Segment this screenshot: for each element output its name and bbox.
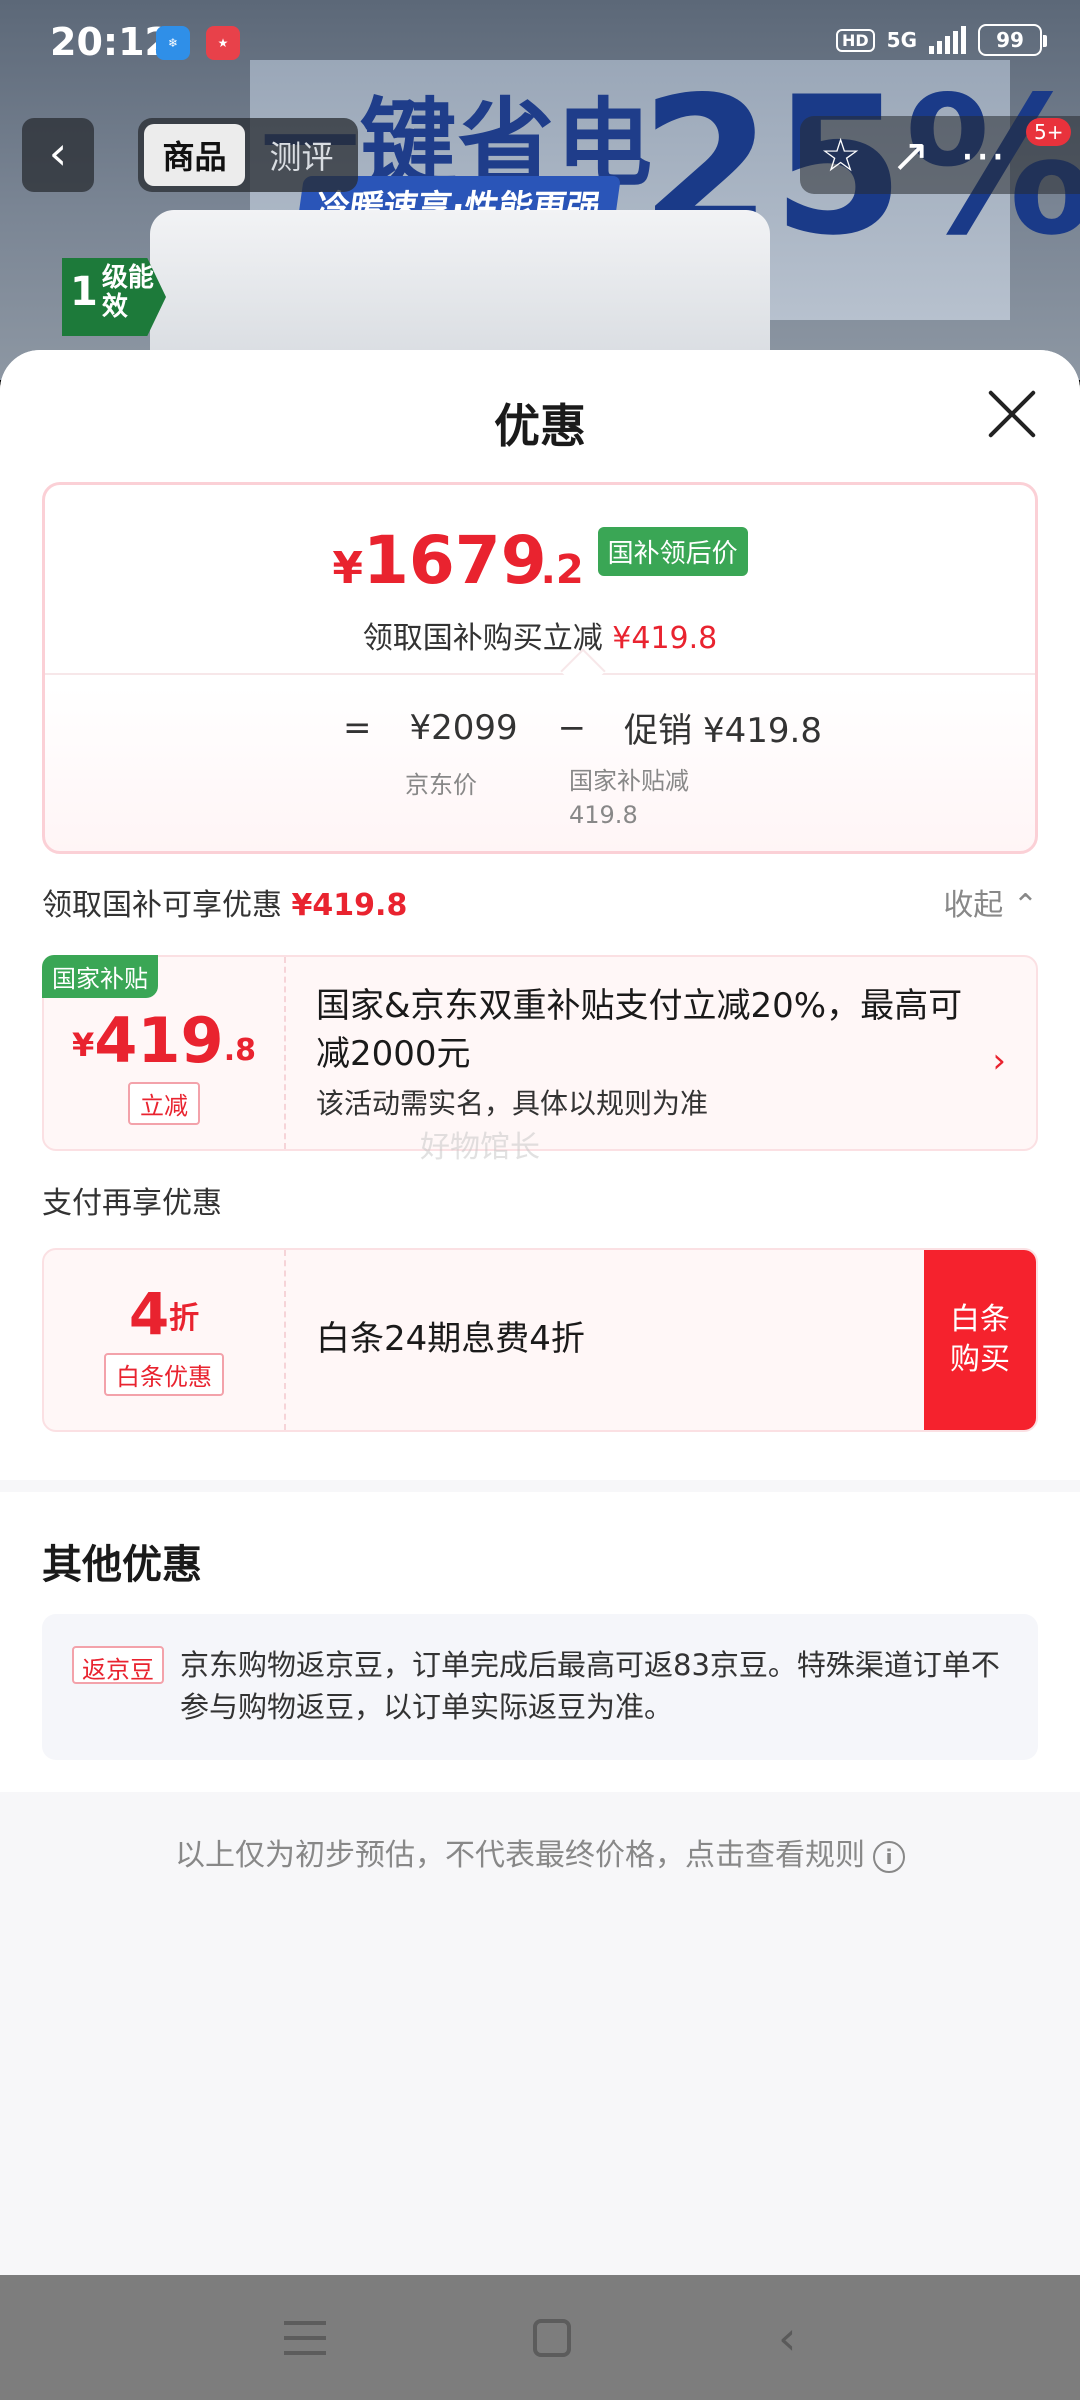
final-price-integer: 1679	[362, 522, 547, 599]
star-icon[interactable]: ☆	[820, 128, 861, 182]
other-discounts-section: 其他优惠 返京豆 京东购物返京豆，订单完成后最高可返83京豆。特殊渠道订单不参与…	[0, 1492, 1080, 1792]
coupon-flag: 国家补贴	[42, 955, 158, 998]
final-price: ¥1679.2 国补领后价	[45, 527, 1035, 594]
subsidy-label: 国家补贴减 419.8	[569, 767, 689, 829]
jd-beans-text: 京东购物返京豆，订单完成后最高可返83京豆。特殊渠道订单不参与购物返豆，以订单实…	[180, 1648, 1000, 1725]
promo-amount: 促销 ¥419.8	[624, 711, 822, 751]
close-icon[interactable]	[984, 386, 1040, 442]
discount-sheet: 优惠 ¥1679.2 国补领后价 领取国补购买立减 ¥419.8 = ¥2099…	[0, 350, 1080, 2275]
sheet-title: 优惠	[494, 399, 586, 453]
subsidy-total: ¥419.8	[291, 888, 408, 923]
back-button[interactable]: ‹	[22, 118, 94, 192]
baitiao-tag: 白条优惠	[104, 1352, 224, 1396]
divider	[45, 673, 1035, 675]
sheet-main-section: 优惠 ¥1679.2 国补领后价 领取国补购买立减 ¥419.8 = ¥2099…	[0, 350, 1080, 1480]
battery-icon: 99	[978, 24, 1047, 56]
signal-icon	[929, 26, 966, 54]
collapse-toggle[interactable]: 收起 ⌃	[943, 880, 1038, 924]
chevron-up-icon: ⌃	[1012, 888, 1038, 923]
baitiao-details: 白条24期息费4折	[286, 1250, 924, 1430]
price-breakdown-card: ¥1679.2 国补领后价 领取国补购买立减 ¥419.8 = ¥2099 − …	[42, 482, 1038, 854]
coupon-value: 国家补贴 ¥419.8 立减	[42, 955, 286, 1149]
notification-app-icon: ❄	[156, 26, 190, 60]
price-subtitle: 领取国补购买立减 ¥419.8	[362, 621, 718, 656]
coupon-title: 国家&京东双重补贴支付立减20%，最高可减2000元	[316, 986, 963, 1074]
tab-product[interactable]: 商品	[144, 124, 245, 186]
chevron-left-icon: ‹	[48, 126, 68, 180]
rules-disclaimer[interactable]: 以上仅为初步预估，不代表最终价格，点击查看规则 i	[0, 1830, 1080, 1874]
other-discounts-title: 其他优惠	[42, 1542, 202, 1588]
share-icon[interactable]: ↗	[891, 128, 930, 182]
price-formula: = ¥2099 − 促销 ¥419.8	[343, 703, 862, 752]
chevron-right-icon: ›	[992, 1041, 1006, 1081]
subsidy-section-header: 领取国补可享优惠 ¥419.8 收起 ⌃	[42, 880, 1038, 924]
subsidy-price-tag: 国补领后价	[597, 527, 748, 576]
energy-label-badge: 1 级能效	[62, 258, 166, 336]
baitiao-title: 白条24期息费4折	[316, 1319, 585, 1360]
product-tabs: 商品 测评	[138, 118, 358, 192]
coupon-tag: 立减	[128, 1081, 200, 1125]
home-icon[interactable]	[532, 2318, 571, 2357]
national-subsidy-coupon[interactable]: 国家补贴 ¥419.8 立减 国家&京东双重补贴支付立减20%，最高可减2000…	[42, 955, 1038, 1151]
pay-section-title: 支付再享优惠	[42, 1186, 222, 1221]
menu-icon[interactable]	[283, 2320, 326, 2355]
coupon-details: 国家&京东双重补贴支付立减20%，最高可减2000元 该活动需实名，具体以规则为…	[286, 957, 1036, 1149]
notification-app-icon-2: ★	[206, 26, 240, 60]
coupon-desc: 该活动需实名，具体以规则为准	[316, 1087, 709, 1121]
jd-beans-tag: 返京豆	[72, 1646, 164, 1684]
baitiao-value: 4折 白条优惠	[44, 1250, 286, 1430]
tab-review[interactable]: 测评	[251, 124, 352, 186]
system-nav-bar: ‹	[0, 2275, 1080, 2400]
hd-icon: HD	[835, 28, 875, 52]
baitiao-buy-button[interactable]: 白条购买	[924, 1250, 1036, 1430]
status-indicators: HD 5G 99	[835, 24, 1047, 56]
info-icon[interactable]: i	[873, 1840, 905, 1873]
more-icon[interactable]: ⋯	[960, 128, 1006, 182]
jd-price: ¥2099	[409, 707, 518, 748]
network-type: 5G	[886, 28, 917, 52]
status-bar: 20:12 ❄ ★ HD 5G 99	[0, 0, 1080, 90]
status-time: 20:12	[50, 20, 171, 64]
jd-price-label: 京东价	[405, 771, 477, 799]
message-badge: 5+	[1026, 118, 1072, 146]
baitiao-coupon: 4折 白条优惠 白条24期息费4折 白条购买	[42, 1248, 1038, 1432]
watermark: 好物馆长	[420, 1130, 540, 1165]
jd-beans-item: 返京豆 京东购物返京豆，订单完成后最高可返83京豆。特殊渠道订单不参与购物返豆，…	[42, 1614, 1038, 1760]
back-icon[interactable]: ‹	[778, 2311, 796, 2365]
